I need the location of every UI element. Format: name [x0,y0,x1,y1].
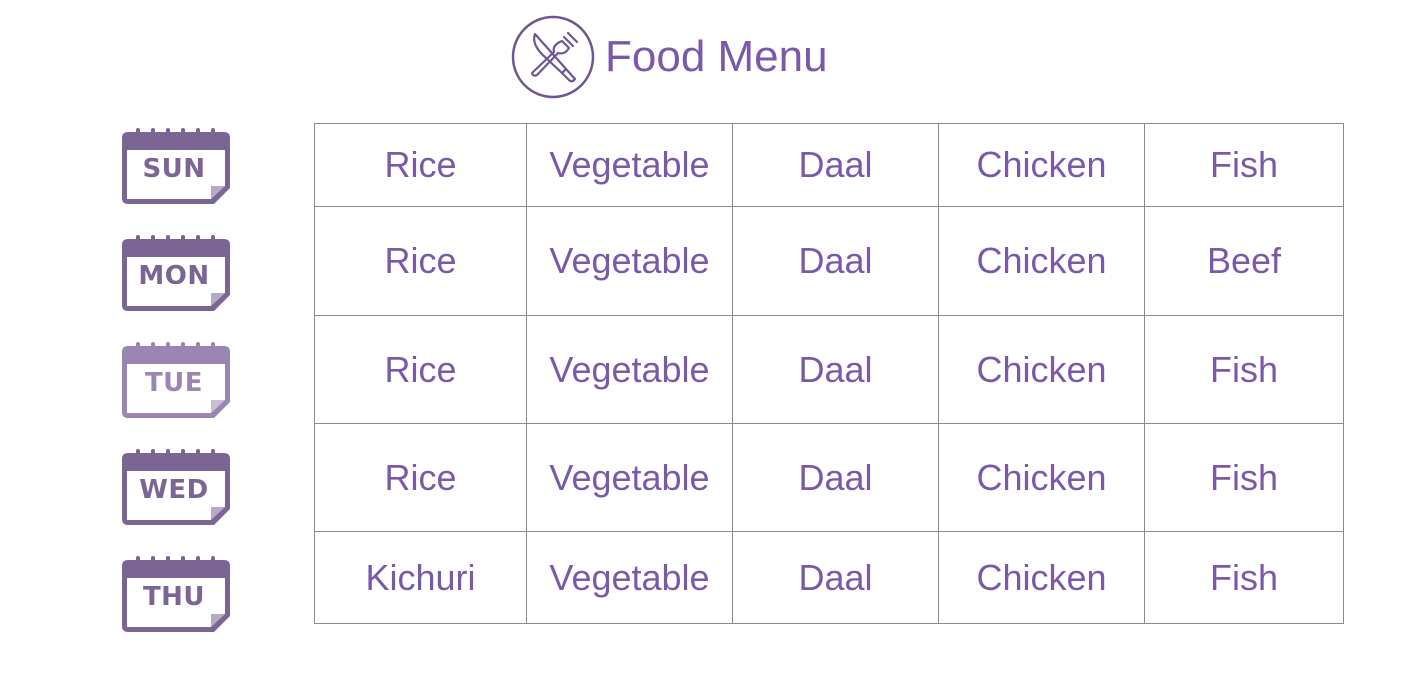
menu-cell: Vegetable [526,315,733,424]
calendar-icon-tue: TUE [118,342,234,420]
menu-cell: Fish [1144,315,1344,424]
menu-cell: Rice [314,315,527,424]
calendar-icon-thu: THU [118,556,234,634]
page-title: Food Menu [605,32,828,81]
day-label: MON [138,261,210,291]
menu-cell: Chicken [938,206,1145,316]
menu-cell: Chicken [938,531,1145,624]
menu-cell: Chicken [938,423,1145,532]
day-label: SUN [142,154,206,184]
page-header: Food Menu [511,14,828,100]
day-column: SUN MON TUE WED THU [118,0,234,690]
menu-cell: Rice [314,206,527,316]
menu-cell: Vegetable [526,123,733,207]
menu-cell: Chicken [938,315,1145,424]
menu-cell: Beef [1144,206,1344,316]
day-label: THU [142,582,206,612]
menu-cell: Rice [314,423,527,532]
calendar-icon-wed: WED [118,449,234,527]
menu-cell: Fish [1144,423,1344,532]
menu-cell: Daal [732,531,939,624]
menu-cell: Vegetable [526,423,733,532]
knife-fork-icon [511,15,595,99]
menu-cell: Fish [1144,531,1344,624]
day-label: WED [139,475,209,505]
menu-table: Rice Vegetable Daal Chicken Fish Rice Vegetabl… [314,123,1344,624]
calendar-icon-mon: MON [118,235,234,313]
menu-cell: Daal [732,423,939,532]
menu-cell: Daal [732,315,939,424]
table-row: Rice Vegetable Daal Chicken Fish [314,315,1344,424]
table-row: Rice Vegetable Daal Chicken Beef [314,206,1344,316]
calendar-icon-sun: SUN [118,128,234,206]
table-row: Rice Vegetable Daal Chicken Fish [314,123,1344,207]
menu-cell: Rice [314,123,527,207]
menu-cell: Vegetable [526,531,733,624]
menu-cell: Chicken [938,123,1145,207]
menu-cell: Daal [732,206,939,316]
menu-cell: Fish [1144,123,1344,207]
table-row: Kichuri Vegetable Daal Chicken Fish [314,531,1344,624]
menu-cell: Daal [732,123,939,207]
menu-cell: Vegetable [526,206,733,316]
menu-cell: Kichuri [314,531,527,624]
table-row: Rice Vegetable Daal Chicken Fish [314,423,1344,532]
day-label: TUE [144,368,204,398]
